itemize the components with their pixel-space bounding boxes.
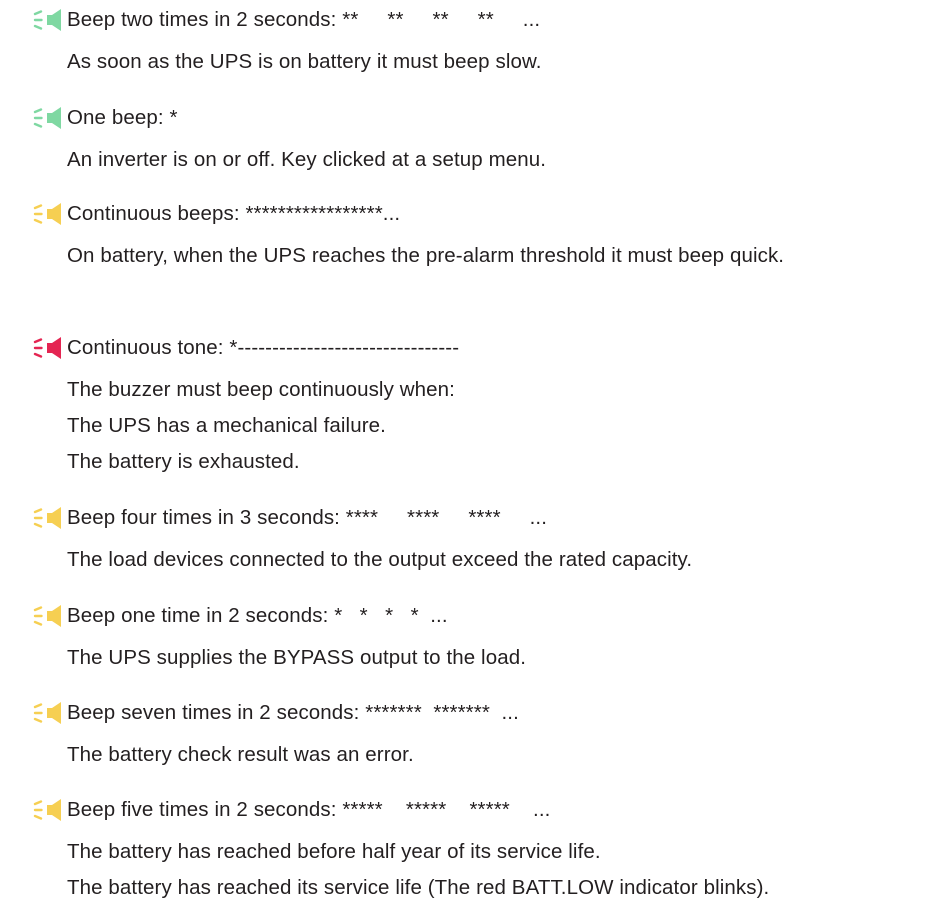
beep-description: The load devices connected to the output… [67, 548, 693, 571]
speaker-beep-icon [33, 8, 65, 32]
beep-description: The buzzer must beep continuously when: [67, 378, 455, 401]
beep-pattern-title: Beep five times in 2 seconds: ***** ****… [67, 798, 551, 821]
beep-pattern-title: Beep seven times in 2 seconds: ******* *… [67, 701, 519, 724]
beep-pattern-title: Beep two times in 2 seconds: ** ** ** **… [67, 8, 541, 31]
beep-pattern-title: Continuous beeps: *****************... [67, 202, 401, 225]
beep-description: The battery has reached before half year… [67, 840, 601, 863]
beep-pattern-title: Beep one time in 2 seconds: * * * * ... [67, 604, 448, 627]
beep-description: The battery is exhausted. [67, 450, 300, 473]
speaker-beep-icon [33, 798, 65, 822]
speaker-beep-icon [33, 701, 65, 725]
beep-description: The battery check result was an error. [67, 743, 414, 766]
speaker-beep-icon [33, 106, 65, 130]
speaker-beep-icon [33, 506, 65, 530]
speaker-beep-icon [33, 604, 65, 628]
beep-description: As soon as the UPS is on battery it must… [67, 50, 542, 73]
beep-description: The UPS supplies the BYPASS output to th… [67, 646, 527, 669]
beep-pattern-title: One beep: * [67, 106, 178, 129]
beep-pattern-title: Beep four times in 3 seconds: **** **** … [67, 506, 548, 529]
beep-pattern-title: Continuous tone: *----------------------… [67, 336, 460, 359]
speaker-beep-icon [33, 202, 65, 226]
beep-description: On battery, when the UPS reaches the pre… [67, 244, 785, 267]
speaker-beep-icon [33, 336, 65, 360]
beep-description: An inverter is on or off. Key clicked at… [67, 148, 547, 171]
beep-description: The battery has reached its service life… [67, 876, 770, 899]
beep-description: The UPS has a mechanical failure. [67, 414, 386, 437]
